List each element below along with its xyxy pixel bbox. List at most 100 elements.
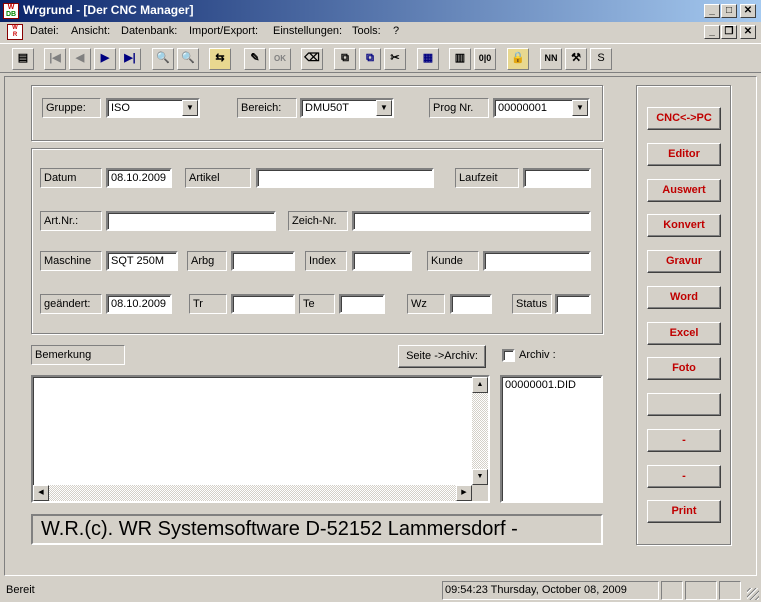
maschine-label: Maschine [40,251,102,271]
arbg-label: Arbg [187,251,227,271]
s-icon[interactable]: S [590,48,612,70]
nn-icon[interactable]: NN [540,48,562,70]
menu-datenbank[interactable]: Datenbank: [121,25,177,37]
first-record-icon[interactable]: |◀ [44,48,66,70]
maximize-button[interactable]: □ [721,4,737,18]
artikel-label: Artikel [185,168,251,188]
document-icon[interactable]: ▤ [12,48,34,70]
empty-button[interactable] [647,393,721,416]
zeich-nr-field[interactable] [352,211,591,231]
menu-tools[interactable]: Tools: [352,25,381,37]
scroll-up-icon[interactable]: ▲ [472,377,488,393]
konvert-button[interactable]: Konvert [647,214,721,237]
scroll-right-icon[interactable]: ▶ [456,485,472,501]
bemerkung-textarea[interactable]: ▲ ▼ ◀ ▶ [31,375,490,503]
status-panel-1 [661,581,683,600]
search-disabled-icon[interactable]: 🔍 [177,48,199,70]
mdi-minimize-button[interactable]: _ [704,25,720,39]
bereich-combo[interactable]: DMU50T ▼ [300,98,394,118]
last-record-icon[interactable]: ▶| [119,48,141,70]
next-record-icon[interactable]: ▶ [94,48,116,70]
close-button[interactable]: ✕ [740,4,756,18]
menu-einstellungen[interactable]: Einstellungen: [273,25,342,37]
menu-ansicht[interactable]: Ansicht: [71,25,110,37]
mdi-restore-button[interactable]: ❐ [721,25,737,39]
scroll-left-icon[interactable]: ◀ [33,485,49,501]
dash-button-2[interactable]: - [647,465,721,488]
paste-icon[interactable]: ⧉ [359,48,381,70]
status-panel-3 [719,581,741,600]
maschine-field[interactable]: SQT 250M [106,251,178,271]
chevron-down-icon[interactable]: ▼ [376,100,392,116]
art-nr-field[interactable] [106,211,276,231]
editor-button[interactable]: Editor [647,143,721,166]
vertical-scrollbar[interactable]: ▲ ▼ [472,377,488,485]
previous-record-icon[interactable]: ◀ [69,48,91,70]
app-icon[interactable]: W DB [3,3,19,19]
archiv-checkbox[interactable] [502,349,515,362]
resize-grip-icon[interactable] [747,588,759,600]
archive-list[interactable]: 00000001.DID [500,375,603,503]
export-icon[interactable]: ⇆ [209,48,231,70]
eraser-icon[interactable]: ⌫ [301,48,323,70]
menu-bar: WR Datei: Ansicht: Datenbank: Import/Exp… [0,22,761,42]
word-button[interactable]: Word [647,286,721,309]
te-label: Te [299,294,335,314]
client-area: Gruppe: ISO ▼ Bereich: DMU50T ▼ Prog Nr.… [4,76,757,576]
archiv-label: Archiv : [519,349,556,361]
status-panel-2 [685,581,717,600]
cnc-pc-button[interactable]: CNC<->PC [647,107,721,130]
horizontal-scrollbar[interactable]: ◀ ▶ [33,485,472,501]
calendar-icon[interactable]: ▦ [417,48,439,70]
artikel-field[interactable] [256,168,434,188]
ok-icon[interactable]: OK [269,48,291,70]
dash-button-1[interactable]: - [647,429,721,452]
minimize-button[interactable]: _ [704,4,720,18]
index-field[interactable] [352,251,412,271]
menu-datei[interactable]: Datei: [30,25,59,37]
document-menu-icon[interactable]: WR [7,24,23,40]
print-button[interactable]: Print [647,500,721,523]
menu-help[interactable]: ? [393,25,399,37]
menu-import-export[interactable]: Import/Export: [189,25,258,37]
gruppe-label: Gruppe: [42,98,101,118]
wz-field[interactable] [450,294,492,314]
datum-field[interactable]: 08.10.2009 [106,168,172,188]
seite-archiv-button[interactable]: Seite ->Archiv: [398,345,486,368]
foto-button[interactable]: Foto [647,357,721,380]
tr-field[interactable] [231,294,295,314]
chevron-down-icon[interactable]: ▼ [572,100,588,116]
mdi-close-button[interactable]: ✕ [740,25,756,39]
laufzeit-field[interactable] [523,168,591,188]
excel-button[interactable]: Excel [647,322,721,345]
geaendert-field[interactable]: 08.10.2009 [106,294,172,314]
art-nr-label: Art.Nr.: [40,211,102,231]
prog-nr-value: 00000001 [498,102,547,114]
arbg-field[interactable] [231,251,295,271]
bereich-label: Bereich: [237,98,297,118]
wz-label: Wz [407,294,445,314]
action-button-panel: CNC<->PC Editor Auswert Konvert Gravur W… [636,85,731,545]
copy-icon[interactable]: ⧉ [334,48,356,70]
gravur-button[interactable]: Gravur [647,250,721,273]
prog-nr-combo[interactable]: 00000001 ▼ [493,98,590,118]
scroll-corner [472,485,488,501]
status-bar: Bereit 09:54:23 Thursday, October 08, 20… [0,579,761,602]
lock-icon[interactable]: 🔒 [507,48,529,70]
gruppe-value: ISO [111,102,130,114]
window-title: Wrgrund - [Der CNC Manager] [23,3,194,17]
te-field[interactable] [339,294,385,314]
chevron-down-icon[interactable]: ▼ [182,100,198,116]
scroll-down-icon[interactable]: ▼ [472,469,488,485]
tools-icon[interactable]: ⚒ [565,48,587,70]
new-record-icon[interactable]: ✎ [244,48,266,70]
auswert-button[interactable]: Auswert [647,179,721,202]
cut-icon[interactable]: ✂ [384,48,406,70]
status-field[interactable] [555,294,591,314]
data-icon[interactable]: 0|0 [474,48,496,70]
kunde-field[interactable] [483,251,591,271]
table-icon[interactable]: ▥ [449,48,471,70]
gruppe-combo[interactable]: ISO ▼ [106,98,200,118]
search-icon[interactable]: 🔍 [152,48,174,70]
list-item[interactable]: 00000001.DID [505,379,576,391]
